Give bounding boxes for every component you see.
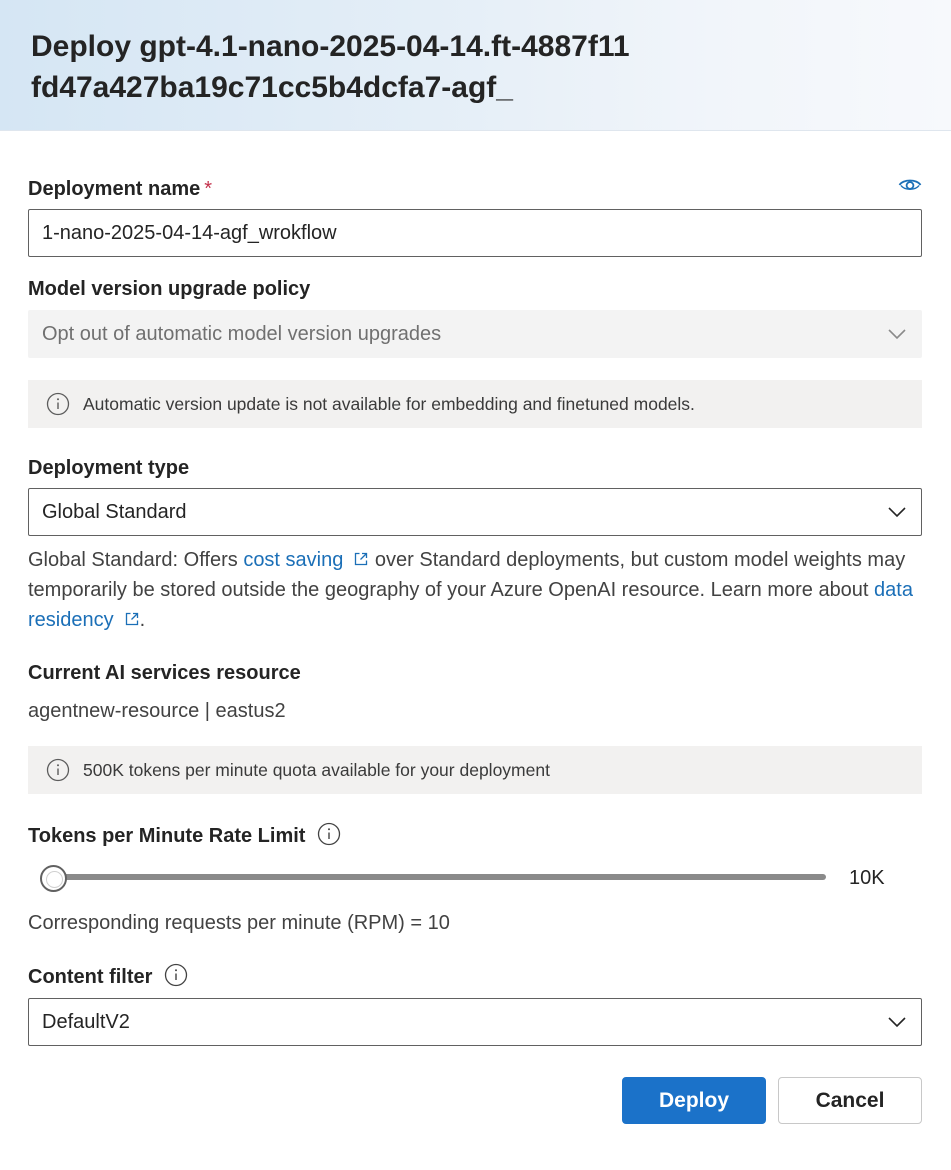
- cancel-button[interactable]: Cancel: [778, 1077, 922, 1124]
- upgrade-info-banner: Automatic version update is not availabl…: [28, 380, 922, 428]
- content-filter-dropdown[interactable]: DefaultV2: [28, 998, 922, 1046]
- deploy-button[interactable]: Deploy: [622, 1077, 766, 1124]
- quota-info-text: 500K tokens per minute quota available f…: [83, 759, 550, 780]
- deployment-name-label: Deployment name *: [28, 177, 212, 201]
- description-prefix: Global Standard: Offers: [28, 549, 244, 571]
- chevron-down-icon: [888, 507, 906, 518]
- dialog-header: Deploy gpt-4.1-nano-2025-04-14.ft-4887f1…: [0, 0, 951, 131]
- rate-limit-slider-track[interactable]: [42, 874, 826, 880]
- external-link-icon: [355, 552, 368, 566]
- description-suffix: .: [139, 609, 146, 631]
- external-link-icon: [125, 612, 138, 626]
- chevron-down-icon: [888, 329, 906, 340]
- deployment-name-input[interactable]: 1-nano-2025-04-14-agf_wrokflow: [28, 209, 922, 257]
- chevron-down-icon: [888, 1017, 906, 1028]
- quota-info-banner: 500K tokens per minute quota available f…: [28, 746, 922, 794]
- content-filter-value: DefaultV2: [42, 1010, 130, 1033]
- content-filter-label-text: Content filter: [28, 966, 153, 988]
- dialog-title: Deploy gpt-4.1-nano-2025-04-14.ft-4887f1…: [31, 30, 630, 104]
- upgrade-policy-value: Opt out of automatic model version upgra…: [42, 322, 442, 345]
- cost-saving-link[interactable]: cost saving: [243, 549, 369, 571]
- rate-limit-label-text: Tokens per Minute Rate Limit: [28, 825, 306, 847]
- rate-limit-slider-thumb[interactable]: [40, 865, 67, 892]
- deployment-type-label: Deployment type: [28, 457, 190, 479]
- upgrade-policy-dropdown: Opt out of automatic model version upgra…: [28, 310, 922, 358]
- deployment-type-description: Global Standard: Offers cost saving over…: [28, 545, 922, 635]
- info-icon[interactable]: [164, 963, 188, 987]
- rate-limit-value: 10K: [849, 867, 885, 889]
- upgrade-policy-label: Model version upgrade policy: [28, 278, 311, 300]
- deployment-name-value: 1-nano-2025-04-14-agf_wrokflow: [42, 221, 337, 244]
- eye-icon[interactable]: [898, 177, 922, 193]
- rate-limit-label: Tokens per Minute Rate Limit: [28, 822, 341, 848]
- info-icon: [46, 758, 70, 782]
- upgrade-info-text: Automatic version update is not availabl…: [83, 393, 695, 414]
- content-filter-label: Content filter: [28, 963, 188, 989]
- info-icon[interactable]: [317, 822, 341, 846]
- info-icon: [46, 392, 70, 416]
- rpm-text: Corresponding requests per minute (RPM) …: [28, 912, 450, 934]
- required-marker: *: [204, 178, 213, 200]
- deployment-type-value: Global Standard: [42, 500, 187, 523]
- cost-saving-link-text: cost saving: [243, 549, 344, 571]
- resource-label: Current AI services resource: [28, 662, 301, 684]
- deployment-type-dropdown[interactable]: Global Standard: [28, 488, 922, 536]
- resource-value: agentnew-resource | eastus2: [28, 700, 286, 722]
- deployment-name-label-text: Deployment name: [28, 178, 201, 200]
